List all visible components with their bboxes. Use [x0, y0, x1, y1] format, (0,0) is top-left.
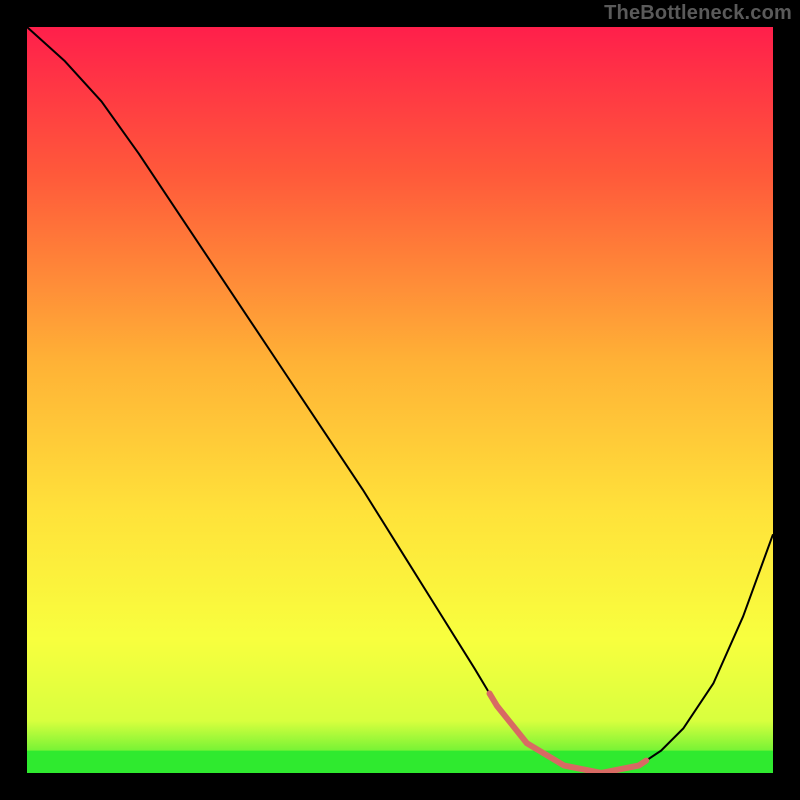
gradient-background: [27, 27, 773, 773]
plot-svg: [27, 27, 773, 773]
watermark-label: TheBottleneck.com: [604, 2, 792, 25]
optimal-band: [27, 751, 773, 773]
chart-frame: TheBottleneck.com: [0, 0, 800, 800]
plot-area: [27, 27, 773, 773]
